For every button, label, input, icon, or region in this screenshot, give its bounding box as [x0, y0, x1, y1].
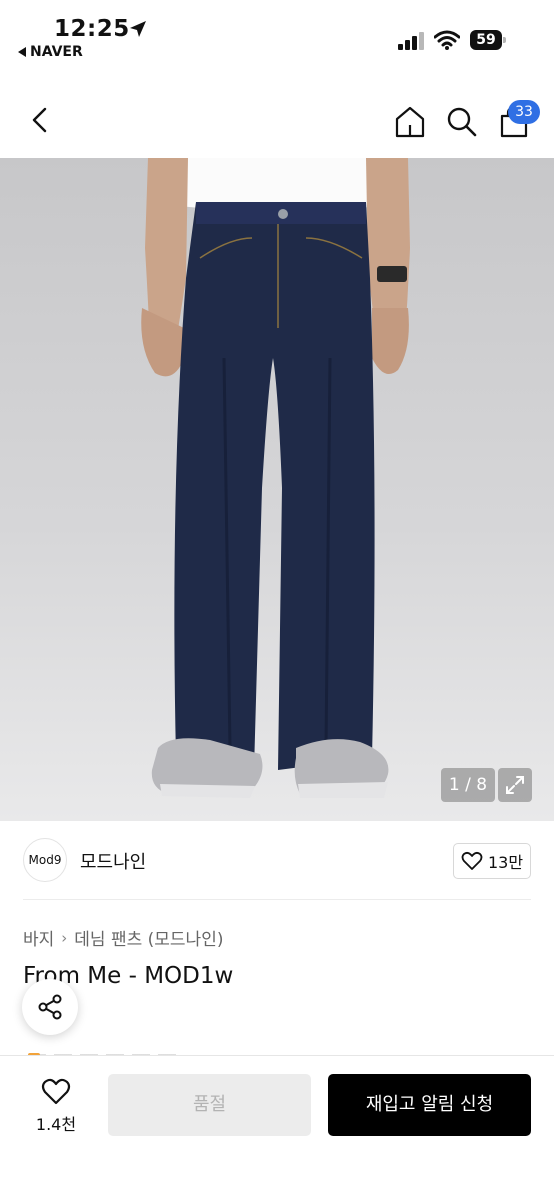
back-button[interactable] — [22, 102, 58, 138]
wifi-icon — [434, 30, 460, 50]
heart-icon — [41, 1078, 71, 1105]
breadcrumb-item[interactable]: 데님 팬츠 (모드나인) — [74, 925, 223, 950]
cart-count-badge: 33 — [508, 100, 540, 124]
brand-logo[interactable]: Mod9 — [23, 838, 67, 882]
back-app-label: NAVER — [30, 44, 83, 60]
breadcrumb-item[interactable]: 바지 — [23, 925, 54, 950]
chevron-right-icon: › — [61, 928, 68, 947]
chevron-left-icon — [32, 107, 47, 133]
status-bar: 12:25 NAVER 59 — [0, 0, 554, 70]
share-button[interactable] — [22, 979, 78, 1035]
home-icon — [395, 106, 425, 138]
back-triangle-icon — [18, 47, 26, 57]
jeans-photo — [141, 158, 410, 798]
brand-name[interactable]: 모드나인 — [80, 848, 146, 874]
wishlist-count: 1.4천 — [35, 1115, 77, 1134]
nav-header — [0, 82, 554, 158]
share-icon — [38, 994, 62, 1020]
battery-icon: 59 — [470, 30, 506, 50]
soldout-button: 품절 — [108, 1074, 311, 1136]
expand-icon — [506, 776, 524, 794]
heart-icon — [461, 851, 483, 870]
bottom-action-bar: 1.4천 품절 재입고 알림 신청 — [0, 1055, 554, 1200]
brand-like-button[interactable]: 13만 — [453, 843, 531, 879]
divider — [23, 899, 531, 900]
home-button[interactable] — [390, 102, 430, 142]
status-time: 12:25 — [54, 16, 130, 42]
wishlist-button[interactable]: 1.4천 — [26, 1076, 86, 1136]
search-icon — [447, 107, 477, 137]
signal-icon — [398, 32, 424, 50]
battery-level: 59 — [470, 30, 502, 50]
search-button[interactable] — [442, 102, 482, 142]
brand-like-count: 13만 — [487, 853, 524, 872]
breadcrumb: 바지 › 데님 팬츠 (모드나인) — [23, 925, 223, 951]
product-image[interactable] — [0, 158, 554, 821]
restock-alert-button[interactable]: 재입고 알림 신청 — [328, 1074, 531, 1136]
expand-button[interactable] — [498, 768, 532, 802]
brand-row: Mod9 모드나인 13만 — [0, 836, 554, 886]
back-to-app-link[interactable]: NAVER — [18, 44, 83, 60]
gallery-pager: 1 / 8 — [441, 768, 495, 802]
location-arrow-icon — [130, 21, 146, 37]
